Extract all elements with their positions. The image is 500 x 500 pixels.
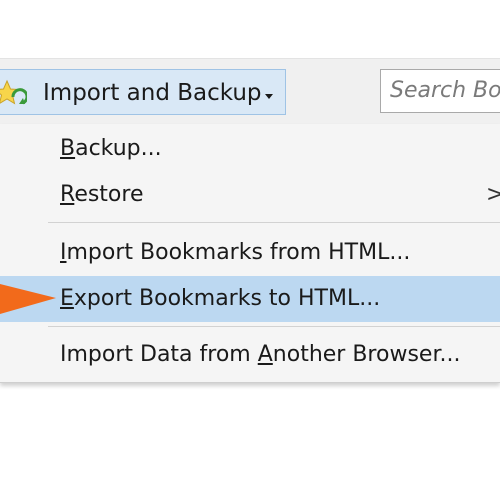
menu-item-restore[interactable]: Restore >: [0, 172, 500, 218]
menu-item-import-bookmarks-html[interactable]: Import Bookmarks from HTML...: [0, 230, 500, 276]
menu-item-label: Import Bookmarks from HTML...: [60, 240, 411, 265]
menu-item-label: Restore: [60, 182, 144, 207]
chevron-right-icon: >: [486, 182, 500, 207]
star-refresh-icon: [0, 79, 27, 105]
search-placeholder: Search Bo: [390, 78, 500, 103]
import-backup-menu: Backup... Restore > Import Bookmarks fro…: [0, 124, 500, 383]
orange-arrow-pointer-icon: [0, 284, 56, 314]
import-and-backup-button[interactable]: Import and Backup: [0, 69, 286, 115]
library-toolbar: Import and Backup Search Bo: [0, 58, 500, 125]
menu-item-export-bookmarks-html[interactable]: Export Bookmarks to HTML...: [0, 276, 500, 322]
menu-separator: [48, 326, 500, 327]
import-and-backup-label: Import and Backup: [43, 80, 262, 106]
menu-item-label: Export Bookmarks to HTML...: [60, 286, 381, 311]
menu-separator: [48, 222, 500, 223]
search-input[interactable]: Search Bo: [380, 69, 500, 113]
dropdown-caret-icon: [265, 94, 273, 99]
menu-item-backup[interactable]: Backup...: [0, 126, 500, 172]
menu-item-import-data-browser[interactable]: Import Data from Another Browser...: [0, 332, 500, 378]
menu-item-label: Import Data from Another Browser...: [60, 342, 461, 367]
menu-item-label: Backup...: [60, 136, 162, 161]
